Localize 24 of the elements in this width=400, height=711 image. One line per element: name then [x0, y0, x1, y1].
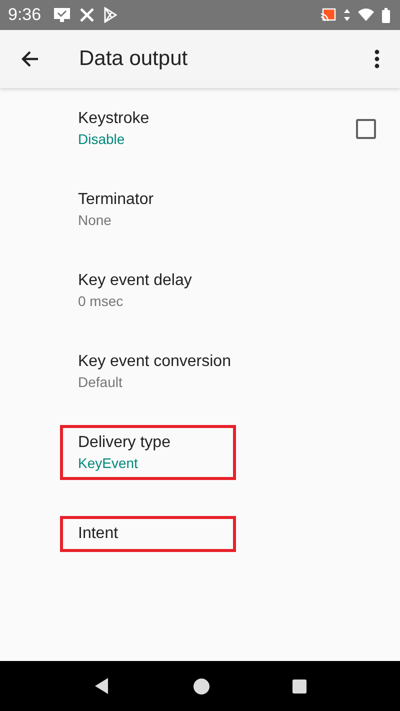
preference-title[interactable]: Key event conversion	[78, 353, 231, 371]
more-options-icon[interactable]	[374, 49, 380, 69]
preference-summary: 0 msec	[78, 293, 124, 309]
preference-summary: Default	[78, 374, 124, 390]
battery-icon	[382, 8, 390, 22]
preference-title[interactable]: Delivery type	[78, 434, 218, 452]
preference-title[interactable]: Terminator	[78, 191, 218, 209]
status-time: 9:36	[8, 5, 42, 25]
screen-title: Data output	[79, 47, 189, 71]
preference-title[interactable]: Key event delay	[78, 272, 218, 290]
monitor-icon	[53, 7, 72, 23]
data-arrows-icon	[344, 8, 350, 22]
home-icon[interactable]	[193, 678, 210, 694]
preference-summary: KeyEvent	[78, 455, 139, 471]
preference-title[interactable]: Intent	[78, 524, 218, 542]
preference-title[interactable]: Keystroke	[78, 110, 218, 128]
wifi-icon	[358, 8, 374, 22]
back-arrow-icon[interactable]	[20, 49, 40, 69]
preference-summary: Disable	[78, 131, 126, 147]
preference-summary: None	[78, 212, 112, 228]
back-icon[interactable]	[93, 677, 111, 695]
checkbox[interactable]	[356, 118, 376, 138]
cast-icon	[320, 8, 336, 22]
recents-icon[interactable]	[292, 678, 307, 694]
